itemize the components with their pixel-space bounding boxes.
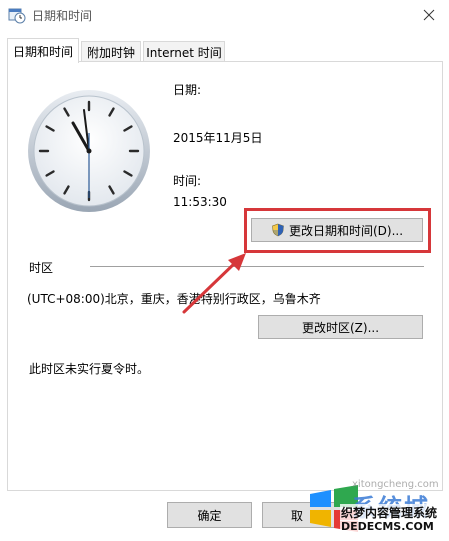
date-value: 2015年11月5日 bbox=[173, 131, 263, 145]
time-value: 11:53:30 bbox=[173, 195, 227, 209]
change-timezone-button[interactable]: 更改时区(Z)... bbox=[258, 315, 423, 339]
timezone-divider bbox=[90, 266, 424, 267]
annotation-arrow bbox=[182, 253, 246, 314]
close-button[interactable] bbox=[409, 0, 449, 30]
tab-internet-time[interactable]: Internet 时间 bbox=[143, 41, 225, 62]
date-label: 日期: bbox=[173, 83, 202, 97]
highlight-box bbox=[244, 208, 431, 253]
tab-date-time[interactable]: 日期和时间 bbox=[7, 38, 79, 63]
window-title: 日期和时间 bbox=[32, 9, 93, 23]
analog-clock bbox=[26, 88, 152, 217]
calendar-clock-icon bbox=[8, 6, 26, 24]
ok-button[interactable]: 确定 bbox=[167, 502, 252, 528]
title-bar[interactable]: 日期和时间 bbox=[0, 0, 449, 30]
close-icon bbox=[423, 9, 435, 21]
watermark: 系统城 xitongcheng.com 织梦内容管理系统 DEDECMS.COM bbox=[300, 476, 449, 541]
watermark-overlay-site: DEDECMS.COM bbox=[340, 520, 435, 533]
watermark-overlay-title: 织梦内容管理系统 bbox=[340, 504, 439, 521]
date-time-dialog: 日期和时间 日期和时间 附加时钟 Internet 时间 日期: 2015年11… bbox=[0, 0, 449, 541]
time-label: 时间: bbox=[173, 174, 202, 188]
watermark-site: xitongcheng.com bbox=[352, 479, 439, 490]
timezone-value: (UTC+08:00)北京，重庆，香港特别行政区，乌鲁木齐 bbox=[27, 292, 321, 306]
tab-additional-clocks[interactable]: 附加时钟 bbox=[81, 41, 141, 62]
dst-note: 此时区未实行夏令时。 bbox=[29, 362, 150, 376]
timezone-section-label: 时区 bbox=[29, 261, 54, 275]
